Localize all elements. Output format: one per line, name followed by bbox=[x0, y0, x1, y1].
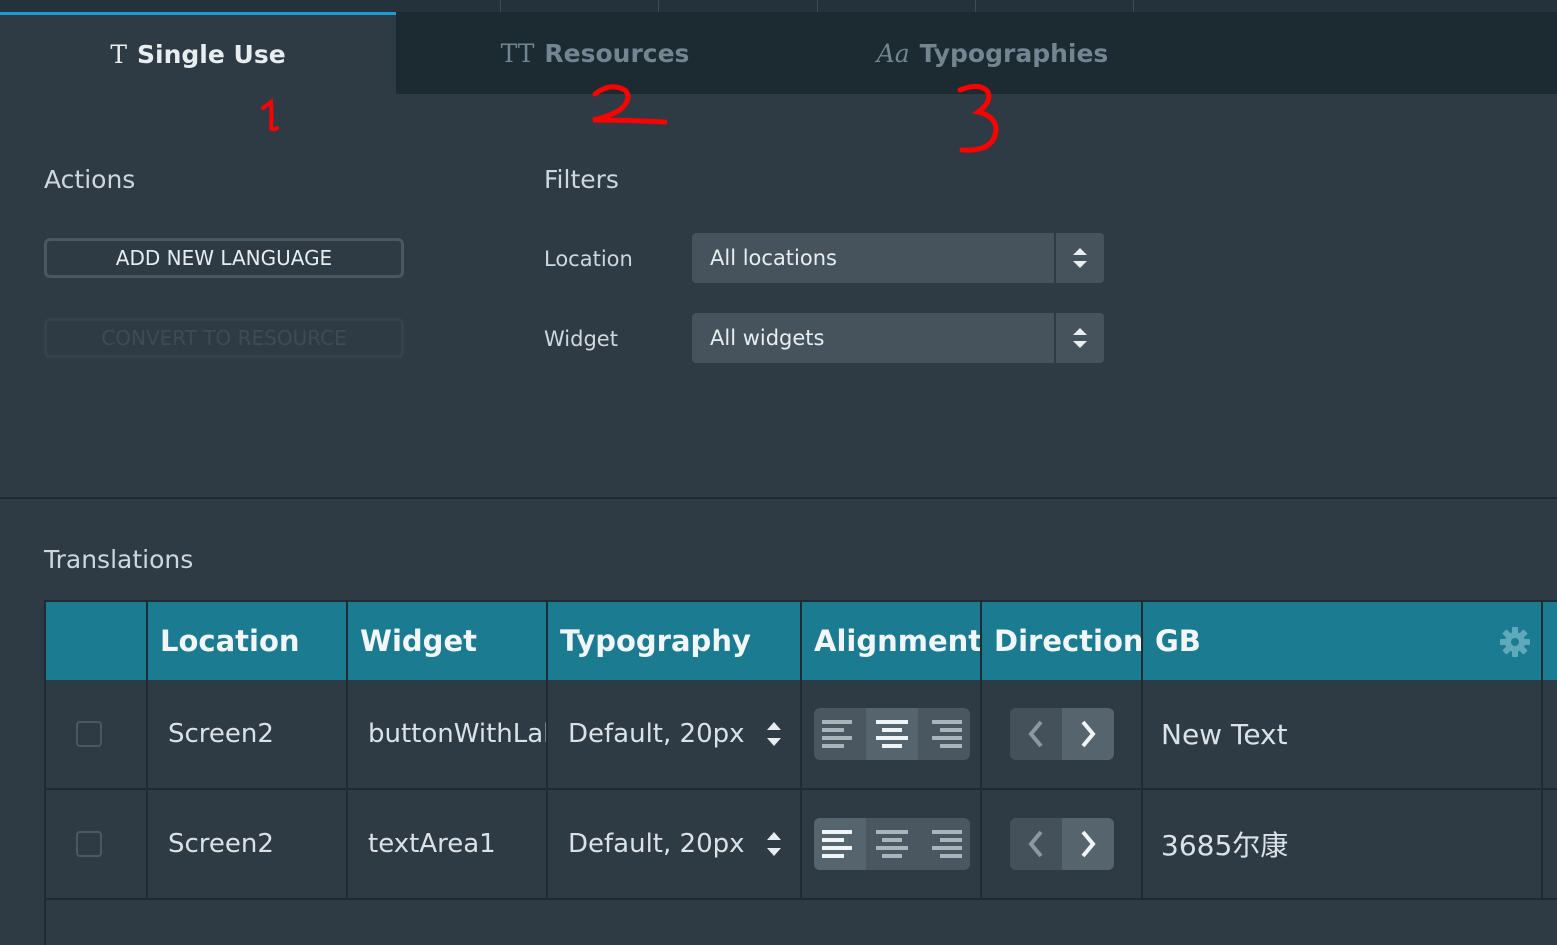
typography-aa-icon: Aa bbox=[876, 38, 910, 68]
gb-translation-cell[interactable]: 3685尔康 bbox=[1141, 790, 1541, 898]
translations-table: Location Widget Typography Alignment Dir… bbox=[44, 600, 1557, 945]
row-checkbox-cell bbox=[46, 790, 146, 898]
location-filter-value: All locations bbox=[710, 246, 837, 270]
align-left-icon[interactable] bbox=[814, 818, 866, 870]
widget-cell: buttonWithLabel bbox=[346, 680, 546, 788]
direction-segmented-control bbox=[1010, 818, 1114, 870]
updown-arrows-icon bbox=[1054, 233, 1104, 283]
annotation-two bbox=[592, 84, 668, 125]
column-header-gb[interactable]: GB bbox=[1141, 602, 1541, 680]
align-center-icon[interactable] bbox=[866, 818, 918, 870]
location-cell: Screen2 bbox=[146, 790, 346, 898]
column-header-extra bbox=[1541, 602, 1557, 680]
table-row: Screen2 buttonWithLabel Default, 20px Ne… bbox=[46, 680, 1557, 790]
column-header-select bbox=[46, 602, 146, 680]
alignment-segmented-control bbox=[814, 818, 970, 870]
column-header-gb-label: GB bbox=[1155, 624, 1201, 658]
table-row: Screen2 textArea1 Default, 20px 3685尔康 bbox=[46, 790, 1557, 900]
tab-label: Typographies bbox=[919, 38, 1109, 68]
chevron-right-icon[interactable] bbox=[1062, 818, 1114, 870]
table-header: Location Widget Typography Alignment Dir… bbox=[46, 600, 1557, 680]
actions-title: Actions bbox=[44, 165, 136, 194]
direction-segmented-control bbox=[1010, 708, 1114, 760]
add-new-language-button[interactable]: ADD NEW LANGUAGE bbox=[44, 238, 404, 278]
alignment-segmented-control bbox=[814, 708, 970, 760]
filters-title: Filters bbox=[544, 165, 619, 194]
text-t-icon: T bbox=[110, 40, 128, 69]
extra-cell bbox=[1541, 680, 1557, 788]
alignment-cell bbox=[800, 680, 980, 788]
top-strip bbox=[0, 0, 1557, 12]
location-filter-select[interactable]: All locations bbox=[692, 233, 1104, 283]
gb-translation-cell[interactable]: New Text bbox=[1141, 680, 1541, 788]
align-center-icon[interactable] bbox=[866, 708, 918, 760]
translations-title: Translations bbox=[44, 545, 194, 574]
chevron-right-icon[interactable] bbox=[1062, 708, 1114, 760]
typography-value: Default, 20px bbox=[568, 829, 745, 859]
widget-filter-value: All widgets bbox=[710, 326, 825, 350]
column-header-typography[interactable]: Typography bbox=[546, 602, 800, 680]
column-header-location[interactable]: Location bbox=[146, 602, 346, 680]
widget-filter-label: Widget bbox=[544, 327, 618, 351]
widget-cell: textArea1 bbox=[346, 790, 546, 898]
tab-single-use[interactable]: T Single Use bbox=[0, 12, 396, 94]
direction-cell bbox=[980, 790, 1141, 898]
column-header-widget[interactable]: Widget bbox=[346, 602, 546, 680]
column-header-alignment[interactable]: Alignment bbox=[800, 602, 982, 680]
updown-arrows-icon bbox=[1054, 313, 1104, 363]
align-left-icon[interactable] bbox=[814, 708, 866, 760]
updown-arrows-icon bbox=[767, 832, 781, 856]
convert-to-resource-button[interactable]: CONVERT TO RESOURCE bbox=[44, 318, 404, 358]
location-cell: Screen2 bbox=[146, 680, 346, 788]
tab-label: Resources bbox=[544, 38, 690, 68]
widget-filter-select[interactable]: All widgets bbox=[692, 313, 1104, 363]
align-right-icon[interactable] bbox=[918, 708, 970, 760]
typography-select[interactable]: Default, 20px bbox=[546, 790, 800, 898]
resource-tt-icon: TT bbox=[500, 38, 535, 68]
annotation-one: 1 bbox=[255, 98, 279, 132]
alignment-cell bbox=[800, 790, 980, 898]
align-right-icon[interactable] bbox=[918, 818, 970, 870]
column-header-direction[interactable]: Direction bbox=[980, 602, 1144, 680]
chevron-left-icon[interactable] bbox=[1010, 708, 1062, 760]
chevron-left-icon[interactable] bbox=[1010, 818, 1062, 870]
section-divider bbox=[0, 497, 1557, 499]
extra-cell bbox=[1541, 790, 1557, 898]
direction-cell bbox=[980, 680, 1141, 788]
gear-icon[interactable] bbox=[1499, 626, 1531, 658]
annotation-three bbox=[957, 84, 999, 153]
location-filter-label: Location bbox=[544, 247, 633, 271]
updown-arrows-icon bbox=[767, 722, 781, 746]
row-checkbox[interactable] bbox=[76, 721, 102, 747]
typography-select[interactable]: Default, 20px bbox=[546, 680, 800, 788]
row-checkbox[interactable] bbox=[76, 831, 102, 857]
row-checkbox-cell bbox=[46, 680, 146, 788]
tab-label: Single Use bbox=[137, 40, 286, 69]
typography-value: Default, 20px bbox=[568, 719, 745, 749]
svg-text:1: 1 bbox=[255, 98, 256, 99]
